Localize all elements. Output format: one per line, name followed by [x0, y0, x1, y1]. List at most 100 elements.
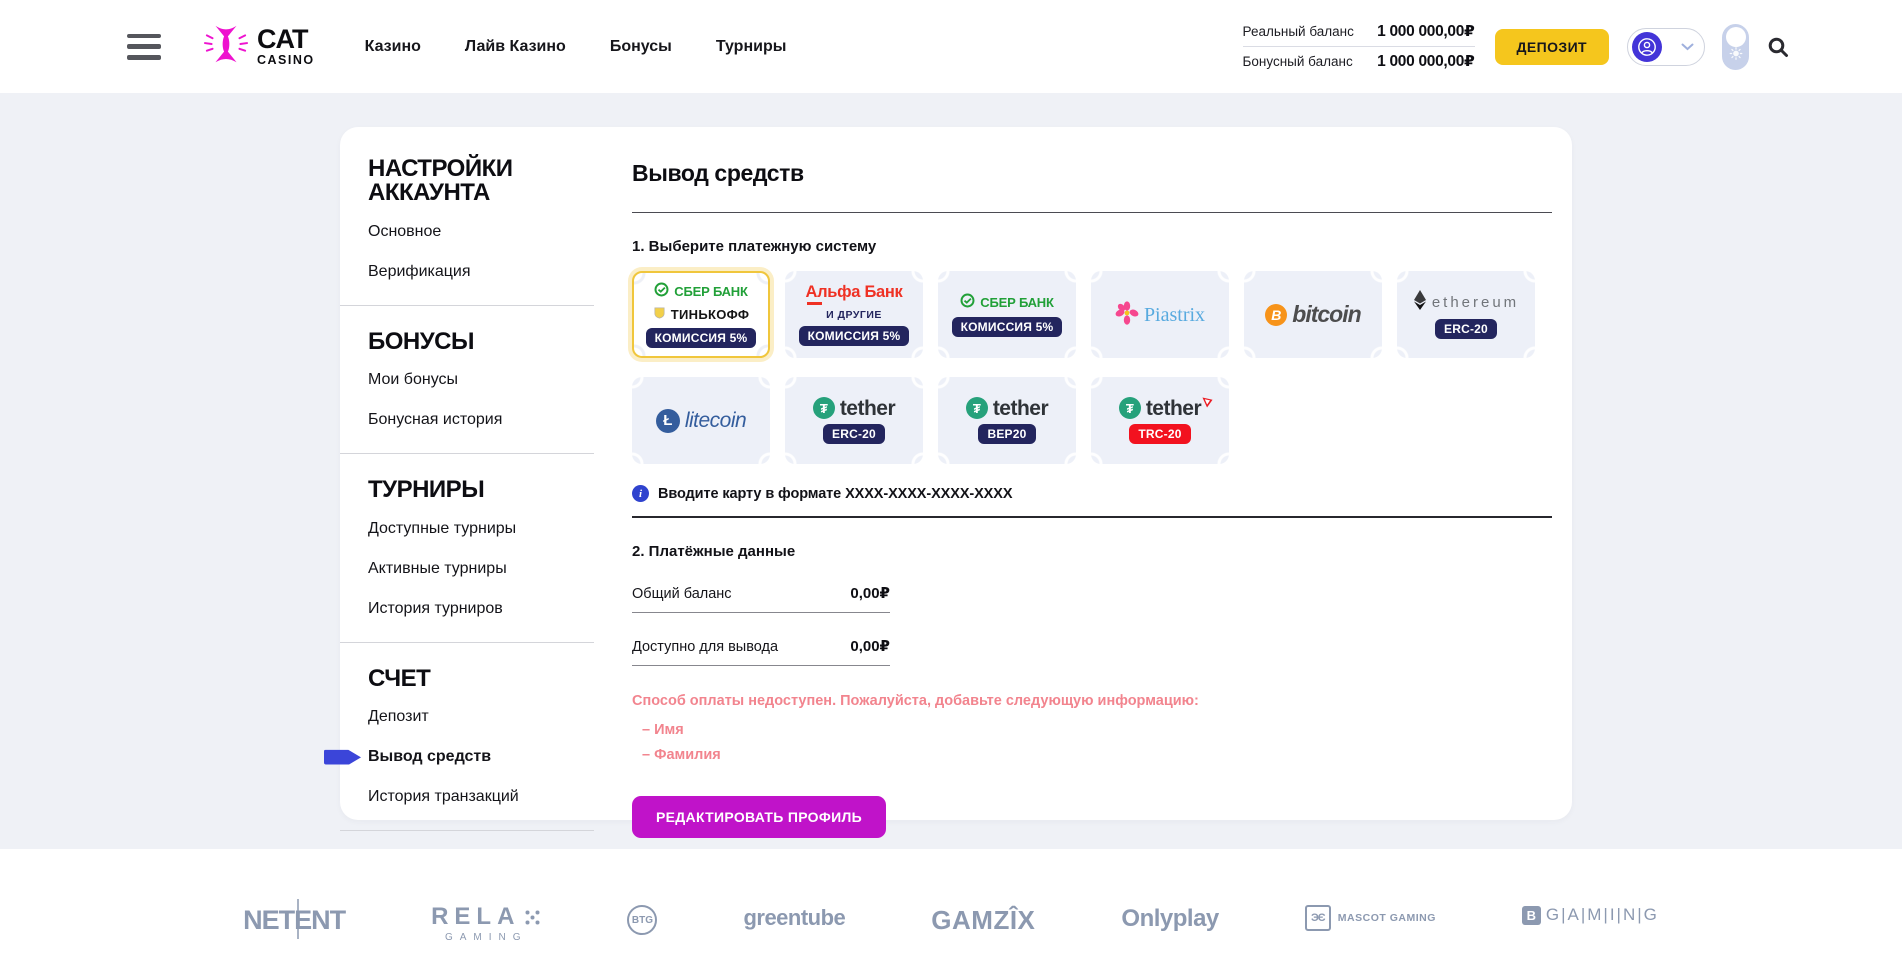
- payment-tile-sber-tinkoff[interactable]: СБЕР БАНК ТИНЬКОФФ КОМИССИЯ 5%: [632, 271, 770, 358]
- nav-item-live-casino[interactable]: Лайв Казино: [465, 38, 566, 56]
- payment-tile-sberbank[interactable]: СБЕР БАНК КОМИССИЯ 5%: [938, 271, 1076, 358]
- commission-badge: КОМИССИЯ 5%: [952, 317, 1063, 337]
- sun-icon: [1729, 47, 1742, 65]
- sberbank-icon: [654, 282, 669, 301]
- payment-tile-ethereum[interactable]: ethereum ERC-20: [1397, 271, 1535, 358]
- total-balance-row: Общий баланс 0,00₽: [632, 584, 890, 613]
- chevron-down-icon: [1681, 38, 1694, 56]
- tinkoff-label: ТИНЬКОФФ: [671, 308, 749, 321]
- bitcoin-label: bitcoin: [1292, 303, 1360, 326]
- sidebar-section-bonuses: БОНУСЫ: [368, 330, 548, 354]
- alfa-bank-label: Альфа Банк: [806, 283, 903, 301]
- tether-label-text: tether: [1146, 397, 1201, 420]
- available-balance-value: 0,00₽: [850, 637, 890, 655]
- step1-label: 1. Выберите платежную систему: [632, 238, 1552, 255]
- sidebar-item-withdrawal-label: Вывод средств: [368, 748, 491, 765]
- site-logo[interactable]: CAT CASINO: [203, 23, 315, 70]
- main-nav: Казино Лайв Казино Бонусы Турниры: [365, 38, 787, 56]
- section-divider: [632, 516, 1552, 518]
- onlyplay-logo-text: Onlyplay: [1121, 905, 1218, 933]
- litecoin-label: litecoin: [685, 410, 746, 431]
- tether-label: tether: [840, 398, 895, 419]
- sidebar-item-active-tournaments[interactable]: Активные турниры: [368, 560, 594, 578]
- greentube-logo-text: greentube: [743, 905, 845, 931]
- tron-icon: [1202, 391, 1213, 412]
- payment-tile-tether-bep20[interactable]: ₮ tether BEP20: [938, 377, 1076, 464]
- card-format-note: i Вводите карту в формате XXXX-XXXX-XXXX…: [632, 485, 1552, 502]
- bgaming-logo: B G|A|M|I|N|G: [1522, 905, 1659, 925]
- nav-item-casino[interactable]: Казино: [365, 38, 421, 56]
- total-balance-label: Общий баланс: [632, 586, 732, 602]
- piastrix-flower-icon: [1115, 301, 1139, 329]
- account-sidebar: НАСТРОЙКИ АККАУНТА Основное Верификация …: [340, 127, 594, 820]
- sidebar-divider: [340, 642, 594, 643]
- tether-label: tether: [1146, 398, 1201, 419]
- relax-gaming-sub: GAMING: [445, 933, 528, 943]
- search-button[interactable]: [1766, 35, 1790, 59]
- avatar: [1632, 32, 1662, 62]
- tether-icon: ₮: [966, 397, 988, 419]
- sidebar-item-main[interactable]: Основное: [368, 223, 594, 241]
- edit-profile-button[interactable]: РЕДАКТИРОВАТЬ ПРОФИЛЬ: [632, 796, 886, 838]
- greentube-logo: greentube: [743, 905, 845, 931]
- sidebar-divider: [340, 305, 594, 306]
- sberbank-icon: [960, 293, 975, 312]
- sidebar-section-account-settings: НАСТРОЙКИ АККАУНТА: [368, 157, 548, 206]
- missing-field-first-name: Имя: [632, 722, 1552, 738]
- netent-logo: NETENT: [243, 905, 345, 936]
- mascot-gaming-text: MASCOT GAMING: [1338, 912, 1436, 924]
- deposit-button[interactable]: ДЕПОЗИТ: [1495, 29, 1609, 65]
- missing-fields-list: Имя Фамилия: [632, 722, 1552, 763]
- payment-tile-tether-erc20[interactable]: ₮ tether ERC-20: [785, 377, 923, 464]
- ethereum-icon: [1413, 290, 1427, 314]
- btg-logo: BTG: [627, 905, 657, 935]
- sidebar-item-deposit[interactable]: Депозит: [368, 708, 594, 726]
- profile-menu[interactable]: [1627, 28, 1705, 66]
- payment-methods-grid: СБЕР БАНК ТИНЬКОФФ КОМИССИЯ 5% Альфа Бан…: [632, 271, 1552, 464]
- account-panel: НАСТРОЙКИ АККАУНТА Основное Верификация …: [340, 127, 1572, 820]
- sidebar-divider: [340, 453, 594, 454]
- sidebar-item-transaction-history[interactable]: История транзакций: [368, 788, 594, 806]
- tether-icon: ₮: [1119, 397, 1141, 419]
- sidebar-divider: [340, 830, 594, 831]
- mascot-gaming-icon: ЭЄ: [1305, 905, 1331, 931]
- real-balance-value: 1 000 000,00₽: [1377, 22, 1474, 41]
- network-badge: BEP20: [978, 424, 1035, 444]
- title-divider: [632, 212, 1552, 213]
- sidebar-section-tournaments: ТУРНИРЫ: [368, 478, 548, 502]
- sidebar-item-my-bonuses[interactable]: Мои бонусы: [368, 371, 594, 389]
- bitcoin-icon: B: [1265, 304, 1287, 326]
- network-badge: ERC-20: [1435, 319, 1497, 339]
- sidebar-item-tournament-history[interactable]: История турниров: [368, 600, 594, 618]
- sidebar-item-bonus-history[interactable]: Бонусная история: [368, 411, 594, 429]
- payment-tile-piastrix[interactable]: Piastrix: [1091, 271, 1229, 358]
- payment-tile-tether-trc20[interactable]: ₮ tether TRC-20: [1091, 377, 1229, 464]
- payment-tile-bitcoin[interactable]: B bitcoin: [1244, 271, 1382, 358]
- sidebar-item-withdrawal[interactable]: Вывод средств: [368, 748, 594, 766]
- top-bar: CAT CASINO Казино Лайв Казино Бонусы Тур…: [0, 0, 1902, 93]
- relax-gaming-logo: RELA GAMING: [431, 905, 541, 943]
- theme-toggle[interactable]: [1722, 24, 1749, 70]
- hamburger-menu-icon[interactable]: [127, 34, 161, 60]
- onlyplay-logo: Onlyplay: [1121, 905, 1218, 933]
- theme-toggle-knob: [1726, 27, 1746, 47]
- payment-tile-litecoin[interactable]: Ł litecoin: [632, 377, 770, 464]
- nav-item-bonuses[interactable]: Бонусы: [610, 38, 672, 56]
- sidebar-item-verification[interactable]: Верификация: [368, 263, 594, 281]
- card-format-text: Вводите карту в формате XXXX-XXXX-XXXX-X…: [658, 486, 1012, 502]
- payment-unavailable-warning: Способ оплаты недоступен. Пожалуйста, до…: [632, 693, 1552, 709]
- btg-logo-badge: BTG: [627, 905, 657, 935]
- missing-field-last-name: Фамилия: [632, 747, 1552, 763]
- nav-item-tournaments[interactable]: Турниры: [716, 38, 787, 56]
- logo-subtitle: CASINO: [257, 54, 315, 67]
- providers-footer: NETENT RELA GAMING BTG greentube GAMZÎX …: [0, 849, 1902, 954]
- payment-tile-alfa-bank[interactable]: Альфа Банк И ДРУГИЕ КОМИССИЯ 5%: [785, 271, 923, 358]
- tinkoff-icon: [653, 306, 666, 323]
- real-balance-label: Реальный баланс: [1243, 24, 1354, 39]
- balance-divider: [1243, 46, 1475, 47]
- tether-icon: ₮: [813, 397, 835, 419]
- gamzix-logo-text: GAMZÎX: [931, 905, 1035, 936]
- sidebar-item-available-tournaments[interactable]: Доступные турниры: [368, 520, 594, 538]
- alfa-bank-underline: [807, 302, 822, 305]
- commission-badge: КОМИССИЯ 5%: [799, 326, 910, 346]
